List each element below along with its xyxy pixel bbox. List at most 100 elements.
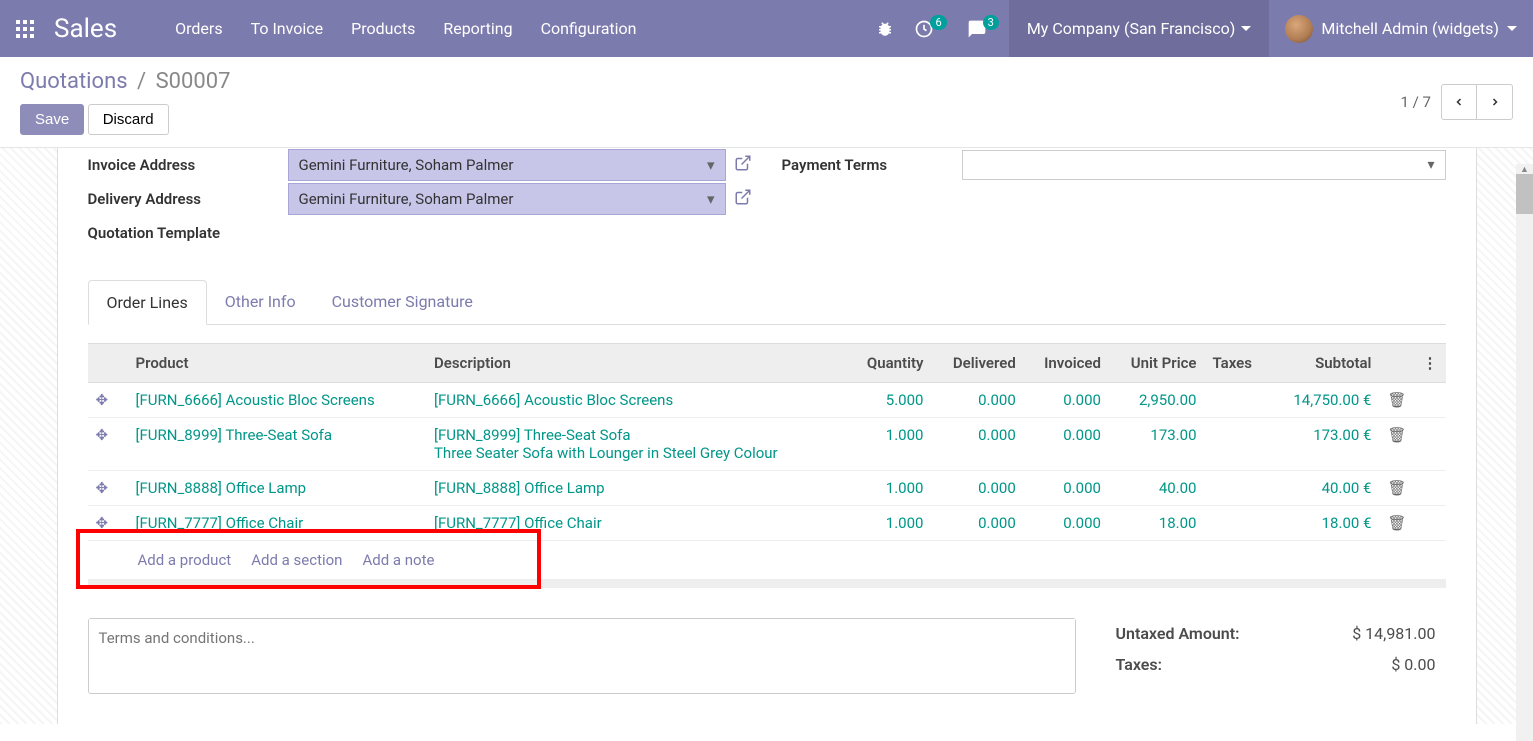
table-row[interactable]: ✥ [FURN_8999] Three-Seat Sofa [FURN_8999…: [88, 418, 1446, 471]
cell-subtotal[interactable]: 14,750.00 €: [1269, 383, 1379, 418]
cell-product[interactable]: [FURN_8888] Office Lamp: [128, 471, 426, 506]
cell-delivered[interactable]: 0.000: [931, 506, 1023, 541]
cell-subtotal[interactable]: 40.00 €: [1269, 471, 1379, 506]
breadcrumb: Quotations / S00007: [20, 69, 230, 94]
delivery-address-field[interactable]: Gemini Furniture, Soham Palmer ▾: [288, 183, 726, 215]
terms-box: [88, 618, 1076, 694]
taxes-label: Taxes:: [1116, 655, 1162, 674]
cell-taxes[interactable]: [1205, 418, 1270, 471]
cell-quantity[interactable]: 5.000: [847, 383, 932, 418]
trash-icon[interactable]: 🗑: [1387, 426, 1406, 444]
cell-description[interactable]: [FURN_6666] Acoustic Bloc Screens: [426, 383, 847, 418]
discard-button[interactable]: Discard: [88, 104, 169, 135]
pager-count[interactable]: 1 / 7: [1401, 93, 1432, 111]
drag-handle-icon[interactable]: ✥: [96, 426, 109, 444]
table-row[interactable]: ✥ [FURN_6666] Acoustic Bloc Screens [FUR…: [88, 383, 1446, 418]
cell-description[interactable]: [FURN_8888] Office Lamp: [426, 471, 847, 506]
payment-terms-field[interactable]: ▾: [962, 150, 1446, 180]
cell-unit-price[interactable]: 2,950.00: [1109, 383, 1205, 418]
tab-order-lines[interactable]: Order Lines: [88, 280, 207, 325]
nav-configuration[interactable]: Configuration: [529, 1, 649, 56]
col-quantity: Quantity: [847, 344, 932, 383]
cell-subtotal[interactable]: 173.00 €: [1269, 418, 1379, 471]
activity-icon[interactable]: 6: [904, 0, 956, 57]
breadcrumb-current: S00007: [156, 69, 231, 94]
breadcrumb-root[interactable]: Quotations: [20, 69, 128, 94]
cell-product[interactable]: [FURN_8999] Three-Seat Sofa: [128, 418, 426, 471]
messages-icon[interactable]: 3: [957, 0, 1009, 57]
nav-reporting[interactable]: Reporting: [431, 1, 524, 56]
trash-icon[interactable]: 🗑: [1387, 391, 1406, 409]
cell-invoiced[interactable]: 0.000: [1024, 471, 1109, 506]
toolbar: Quotations / S00007 Save Discard 1 / 7: [0, 57, 1533, 148]
cell-product[interactable]: [FURN_6666] Acoustic Bloc Screens: [128, 383, 426, 418]
save-button[interactable]: Save: [20, 104, 84, 135]
cell-unit-price[interactable]: 40.00: [1109, 471, 1205, 506]
drag-handle-icon[interactable]: ✥: [96, 391, 109, 409]
col-taxes: Taxes: [1205, 344, 1270, 383]
cell-quantity[interactable]: 1.000: [847, 471, 932, 506]
cell-unit-price[interactable]: 173.00: [1109, 418, 1205, 471]
messages-badge: 3: [983, 15, 999, 30]
external-link-icon[interactable]: [734, 188, 752, 210]
cell-delivered[interactable]: 0.000: [931, 418, 1023, 471]
cell-invoiced[interactable]: 0.000: [1024, 506, 1109, 541]
untaxed-label: Untaxed Amount:: [1116, 624, 1240, 643]
table-row[interactable]: ✥ [FURN_7777] Office Chair [FURN_7777] O…: [88, 506, 1446, 541]
cell-invoiced[interactable]: 0.000: [1024, 418, 1109, 471]
cell-unit-price[interactable]: 18.00: [1109, 506, 1205, 541]
trash-icon[interactable]: 🗑: [1387, 514, 1406, 532]
content-area: Invoice Address Gemini Furniture, Soham …: [0, 148, 1533, 724]
nav-menu: Orders To Invoice Products Reporting Con…: [163, 1, 866, 56]
nav-to-invoice[interactable]: To Invoice: [239, 1, 336, 56]
tabs: Order Lines Other Info Customer Signatur…: [88, 280, 1446, 325]
cell-taxes[interactable]: [1205, 383, 1270, 418]
add-section-link[interactable]: Add a section: [251, 551, 342, 569]
cell-delivered[interactable]: 0.000: [931, 383, 1023, 418]
external-link-icon[interactable]: [734, 154, 752, 176]
company-name: My Company (San Francisco): [1027, 19, 1236, 38]
cell-quantity[interactable]: 1.000: [847, 506, 932, 541]
col-product: Product: [128, 344, 426, 383]
pager-next-button[interactable]: [1477, 84, 1513, 120]
add-note-link[interactable]: Add a note: [362, 551, 434, 569]
debug-icon[interactable]: [866, 0, 904, 57]
tab-customer-signature[interactable]: Customer Signature: [314, 280, 491, 324]
cell-description[interactable]: [FURN_8999] Three-Seat SofaThree Seater …: [426, 418, 847, 471]
invoice-address-field[interactable]: Gemini Furniture, Soham Palmer ▾: [288, 149, 726, 181]
terms-input[interactable]: [89, 619, 1075, 689]
form-sheet: Invoice Address Gemini Furniture, Soham …: [57, 148, 1477, 724]
add-line-row: Add a product Add a section Add a note: [88, 541, 1446, 580]
untaxed-value: $ 14,981.00: [1352, 624, 1435, 643]
cell-subtotal[interactable]: 18.00 €: [1269, 506, 1379, 541]
pager-prev-button[interactable]: [1441, 84, 1477, 120]
user-menu[interactable]: Mitchell Admin (widgets): [1269, 0, 1533, 57]
cell-quantity[interactable]: 1.000: [847, 418, 932, 471]
scrollbar-thumb[interactable]: [1516, 174, 1533, 214]
company-switcher[interactable]: My Company (San Francisco): [1009, 0, 1270, 57]
avatar: [1285, 15, 1313, 43]
cell-description[interactable]: [FURN_7777] Office Chair: [426, 506, 847, 541]
quotation-template-label: Quotation Template: [88, 216, 288, 250]
tab-other-info[interactable]: Other Info: [207, 280, 314, 324]
delivery-address-label: Delivery Address: [88, 182, 288, 216]
app-brand[interactable]: Sales: [50, 14, 133, 44]
drag-handle-icon[interactable]: ✥: [96, 479, 109, 497]
cell-invoiced[interactable]: 0.000: [1024, 383, 1109, 418]
nav-orders[interactable]: Orders: [163, 1, 234, 56]
user-name: Mitchell Admin (widgets): [1321, 19, 1499, 38]
col-invoiced: Invoiced: [1024, 344, 1109, 383]
cell-product[interactable]: [FURN_7777] Office Chair: [128, 506, 426, 541]
scrollbar[interactable]: ▲: [1516, 164, 1533, 741]
nav-products[interactable]: Products: [339, 1, 427, 56]
cell-delivered[interactable]: 0.000: [931, 471, 1023, 506]
add-product-link[interactable]: Add a product: [138, 551, 232, 569]
taxes-value: $ 0.00: [1391, 655, 1435, 674]
table-row[interactable]: ✥ [FURN_8888] Office Lamp [FURN_8888] Of…: [88, 471, 1446, 506]
cell-taxes[interactable]: [1205, 506, 1270, 541]
apps-button[interactable]: [0, 0, 50, 57]
drag-handle-icon[interactable]: ✥: [96, 514, 109, 532]
trash-icon[interactable]: 🗑: [1387, 479, 1406, 497]
col-options[interactable]: ⋮: [1415, 344, 1446, 383]
cell-taxes[interactable]: [1205, 471, 1270, 506]
